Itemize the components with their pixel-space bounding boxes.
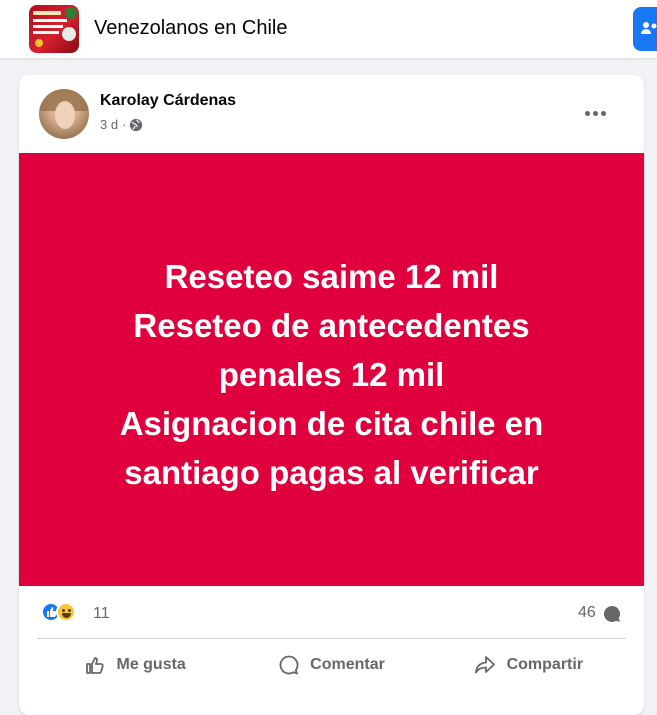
share-icon (474, 656, 495, 674)
share-button[interactable]: Compartir (430, 643, 626, 687)
meta-separator: · (122, 117, 127, 132)
join-group-button[interactable] (633, 7, 657, 51)
haha-reaction-icon[interactable] (56, 602, 76, 622)
post-actions: Me gusta Comentar Compartir (37, 643, 626, 687)
group-title[interactable]: Venezolanos en Chile (94, 17, 287, 40)
post-time[interactable]: 3 d (100, 117, 118, 132)
comment-icon (279, 655, 299, 675)
more-dots-icon (585, 111, 590, 116)
divider (37, 638, 626, 639)
comment-count[interactable]: 46 (578, 604, 596, 622)
more-options-button[interactable] (579, 95, 615, 131)
post-text-background: Reseteo saime 12 mil Reseteo de antecede… (19, 153, 644, 586)
thumbs-up-icon (86, 657, 105, 674)
globe-icon[interactable] (129, 118, 143, 132)
group-header-bar: Venezolanos en Chile (0, 0, 657, 58)
comment-button-label: Comentar (310, 656, 385, 673)
post-text: Reseteo saime 12 mil Reseteo de antecede… (119, 258, 544, 491)
share-button-label: Compartir (506, 656, 584, 673)
reaction-count[interactable]: 11 (93, 605, 110, 623)
like-button[interactable]: Me gusta (37, 643, 233, 687)
like-button-label: Me gusta (116, 656, 186, 673)
comment-button[interactable]: Comentar (233, 643, 429, 687)
group-cover-thumbnail[interactable] (29, 5, 79, 53)
reactions-bar: 11 46 (19, 586, 644, 638)
author-name[interactable]: Karolay Cárdenas (100, 92, 236, 110)
author-avatar[interactable] (39, 89, 89, 139)
post-card: Karolay Cárdenas 3 d · Reseteo saime 12 … (19, 75, 644, 715)
comment-bubble-icon[interactable] (603, 605, 621, 623)
post-meta: 3 d · (100, 117, 143, 132)
people-icon (641, 22, 657, 34)
